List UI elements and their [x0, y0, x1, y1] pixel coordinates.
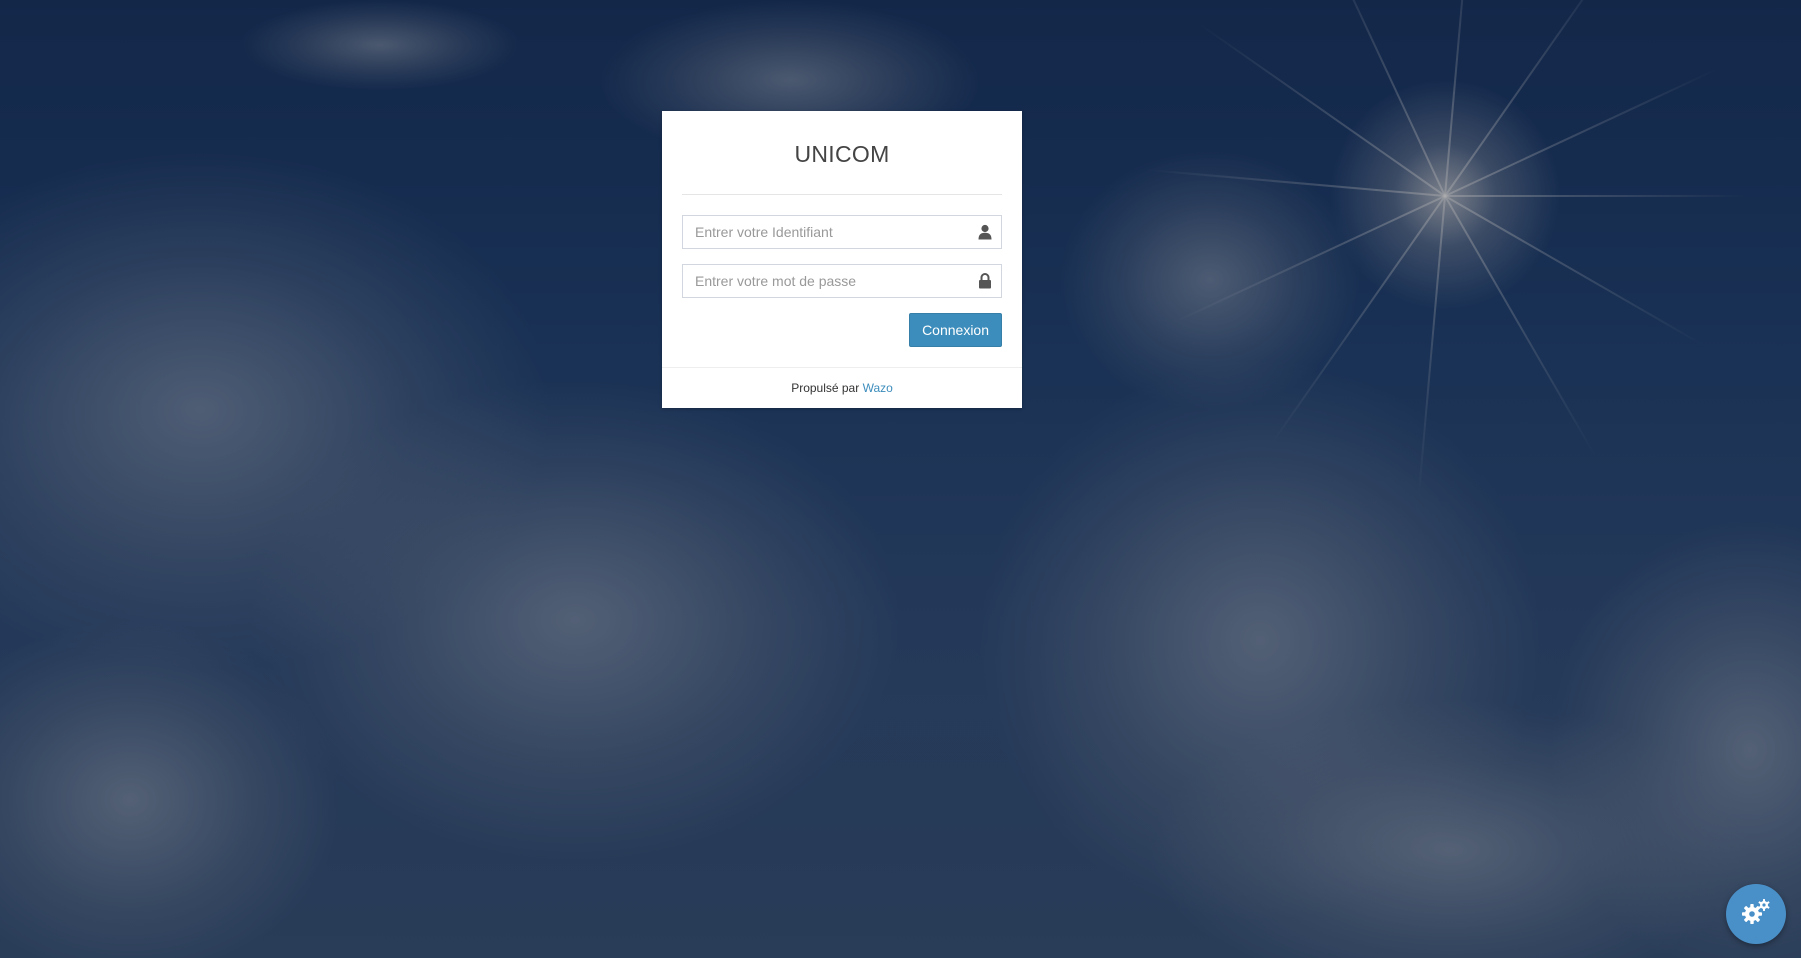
password-input[interactable] — [683, 265, 987, 297]
login-footer: Propulsé par Wazo — [662, 367, 1022, 408]
username-field[interactable] — [682, 215, 1002, 249]
submit-row: Connexion — [682, 313, 1002, 347]
username-input[interactable] — [683, 216, 987, 248]
app-title: UNICOM — [794, 141, 890, 167]
settings-button[interactable] — [1726, 884, 1786, 944]
powered-by-text: Propulsé par — [791, 381, 860, 395]
gears-icon — [1741, 898, 1771, 931]
login-box: UNICOM Connexion Propul — [662, 111, 1022, 408]
wazo-link[interactable]: Wazo — [863, 381, 893, 395]
user-icon — [978, 224, 992, 240]
login-form: UNICOM Connexion — [662, 111, 1022, 367]
password-field[interactable] — [682, 264, 1002, 298]
connexion-button[interactable]: Connexion — [909, 313, 1002, 347]
divider — [682, 194, 1002, 195]
lock-icon — [978, 273, 992, 289]
